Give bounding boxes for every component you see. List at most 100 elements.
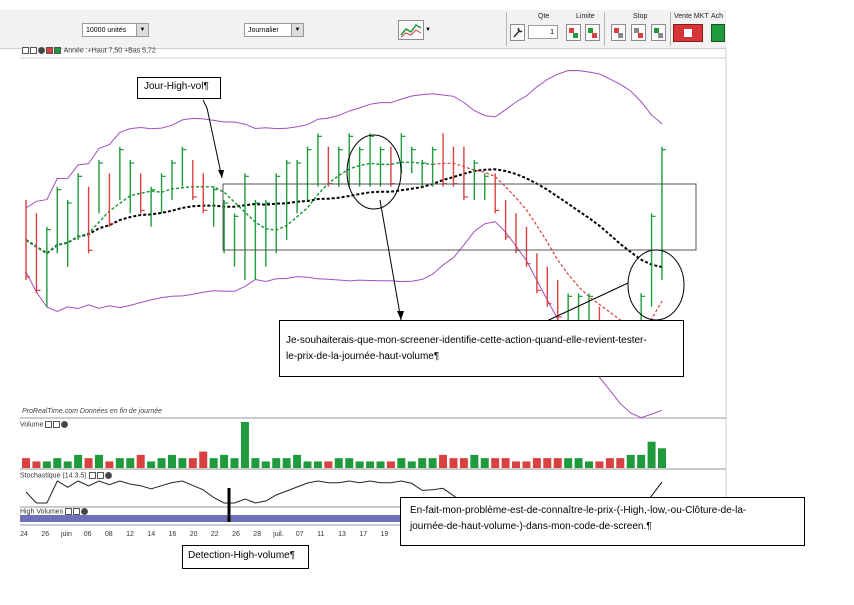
volume-bar (532, 458, 541, 468)
x-tick-label: 16 (169, 531, 177, 538)
x-tick-label: 22 (211, 531, 219, 538)
volume-bar (647, 441, 656, 468)
volume-bar (449, 458, 458, 468)
moving-averages (25, 161, 663, 328)
retest-circle-2 (627, 249, 685, 321)
volume-bar (574, 458, 583, 468)
arrow-screener-1 (379, 199, 402, 321)
volume-bar (167, 454, 176, 468)
x-tick-label: 13 (338, 531, 346, 538)
volume-bar (626, 454, 635, 468)
volume-bar (209, 458, 218, 468)
volume-bar (522, 461, 531, 468)
volume-bar (293, 454, 302, 468)
close-icon[interactable] (104, 472, 112, 479)
note-screener-line2: le-prix-de-la-journée-haut-volume¶ (286, 351, 440, 362)
note-probleme-line1: En-fait-mon-problème-est-de-connaître-le… (410, 505, 747, 516)
high-volume-range-box (222, 183, 697, 251)
window-icon[interactable] (96, 472, 104, 479)
volume-bar (74, 454, 83, 468)
wrench-icon[interactable] (45, 421, 53, 428)
volume-bar (324, 461, 333, 468)
volume-bar (585, 461, 594, 468)
volume-bar (220, 454, 229, 468)
volume-bar (439, 454, 448, 468)
volume-bar (199, 451, 208, 468)
x-tick-label: 12 (126, 531, 134, 538)
wrench-icon[interactable] (65, 508, 73, 515)
x-tick-label: 19 (381, 531, 389, 538)
note-detection: Detection-High-volume¶ (182, 545, 309, 569)
volume-bar (553, 458, 562, 468)
x-tick-label: 06 (84, 531, 92, 538)
x-tick-label: juin (60, 531, 72, 538)
volume-bar (595, 461, 604, 468)
volume-bar (605, 458, 614, 468)
x-tick-label: juil. (272, 531, 284, 538)
arrow-head-2 (397, 311, 404, 320)
upper-band (25, 69, 663, 209)
volume-bar (313, 461, 322, 468)
note-screener: Je-souhaiterais-que-mon-screener-identif… (279, 320, 684, 377)
x-tick-label: 20 (190, 531, 198, 538)
volume-bar (272, 458, 281, 468)
x-tick-label: 24 (20, 531, 28, 538)
volume-bar (334, 458, 343, 468)
volume-bar (345, 458, 354, 468)
volume-bar (355, 461, 364, 468)
volume-bar (178, 458, 187, 468)
arrow-jour-high-vol-tail (202, 99, 208, 109)
volume-bar (63, 461, 72, 468)
note-detection-text: Detection-High-volume¶ (188, 550, 296, 561)
volume-bar (418, 458, 427, 468)
volume-bar (115, 458, 124, 468)
volume-bar (386, 461, 395, 468)
x-tick-label: 28 (253, 531, 261, 538)
volume-bar (251, 458, 260, 468)
note-probleme: En-fait-mon-problème-est-de-connaître-le… (400, 497, 805, 546)
volume-bar (501, 458, 510, 468)
volume-bar (459, 458, 468, 468)
volume-bar (637, 454, 646, 468)
x-tick-label: 26 (232, 531, 240, 538)
ma-short-up (25, 161, 433, 255)
x-tick-label: 11 (317, 531, 324, 538)
close-icon[interactable] (61, 421, 69, 428)
volume-bar (240, 422, 249, 468)
volume-panel-label: Volume (20, 421, 44, 429)
volume-bar (397, 458, 406, 468)
volume-bar (366, 461, 375, 468)
volume-bar (53, 458, 62, 468)
volume-bar (480, 458, 489, 468)
volume-bar (470, 454, 479, 468)
volume-bar (126, 458, 135, 468)
close-icon[interactable] (81, 508, 89, 515)
volume-bar (376, 461, 385, 468)
window-icon[interactable] (53, 421, 61, 428)
volume-bar (658, 448, 666, 468)
volume-bar (428, 458, 437, 468)
volume-bar (407, 461, 416, 468)
wrench-icon[interactable] (88, 472, 96, 479)
volume-bar (136, 454, 145, 468)
hv-panel-label: High Volumes (20, 508, 64, 516)
arrow-jour-high-vol (206, 107, 223, 179)
note-probleme-line2: journée-de-haut-volume-)-dans-mon-code-d… (410, 521, 652, 532)
arrow-probleme (649, 481, 663, 499)
x-tick-label: 14 (147, 531, 155, 538)
volume-bar (543, 458, 552, 468)
hv-panel-bar (20, 515, 400, 522)
x-tick-label: 07 (296, 531, 304, 538)
window-icon[interactable] (73, 508, 81, 515)
x-tick-label: 08 (105, 531, 113, 538)
retest-circle-1 (346, 134, 402, 210)
volume-bar (303, 461, 312, 468)
note-jour-high-vol-text: Jour-High-vol¶ (144, 81, 209, 92)
stoch-panel-header: Stochastique (14.3.5) (20, 472, 113, 479)
volume-bar (188, 458, 197, 468)
volume-bars (22, 422, 666, 468)
note-jour-high-vol: Jour-High-vol¶ (137, 77, 221, 99)
volume-bar (32, 461, 41, 468)
volume-bar (94, 454, 103, 468)
hv-panel-header: High Volumes (20, 508, 89, 515)
